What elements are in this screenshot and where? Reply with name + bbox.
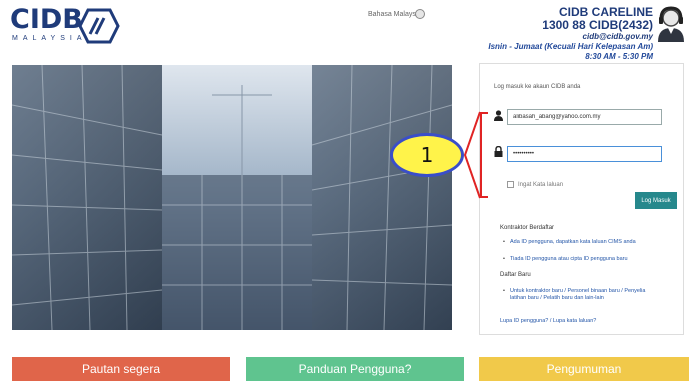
site-header: CIDB MALAYSIA Bahasa Malaysia CIDB CAREL… (0, 0, 689, 62)
user-icon (494, 110, 503, 121)
annotation-connector (463, 111, 481, 199)
annotation-callout: 1 (390, 133, 464, 177)
login-title: Log masuk ke akaun CIDB anda (494, 84, 581, 90)
new-register-heading: Daftar Baru (500, 272, 531, 278)
pautan-segera-button[interactable]: Pautan segera (12, 357, 230, 381)
careline-phone: 1300 88 CIDB(2432) (542, 18, 653, 32)
new-register-link[interactable]: Untuk kontraktor baru / Personel binaan … (503, 288, 650, 302)
lock-icon (494, 146, 503, 157)
remember-checkbox[interactable] (507, 181, 514, 188)
remember-password[interactable]: Ingat Kata laluan (507, 181, 563, 188)
careline-days: Isnin - Jumaat (Kecuali Hari Kelepasan A… (488, 42, 653, 51)
registered-link-1[interactable]: Ada ID pengguna, dapatkan kata laluan CI… (503, 239, 675, 246)
username-field[interactable] (507, 109, 662, 125)
headset-agent-icon (658, 6, 684, 42)
login-panel: Log masuk ke akaun CIDB anda Ingat Kata … (479, 63, 684, 335)
careline-hours: 8:30 AM - 5:30 PM (585, 52, 653, 61)
password-field[interactable] (507, 146, 662, 162)
globe-icon[interactable] (415, 9, 425, 19)
login-button[interactable]: Log Masuk (635, 192, 677, 209)
language-link[interactable]: Bahasa Malaysia (368, 11, 421, 18)
careline-email[interactable]: cidb@cidb.gov.my (488, 32, 653, 42)
pengumuman-button[interactable]: Pengumuman (479, 357, 689, 381)
remember-label: Ingat Kata laluan (518, 181, 564, 188)
registered-heading: Kontraktor Berdaftar (500, 225, 555, 231)
logo-mark-icon (78, 8, 120, 44)
hero-building-image (12, 65, 452, 330)
panduan-pengguna-button[interactable]: Panduan Pengguna? (246, 357, 464, 381)
forgot-credentials-link[interactable]: Lupa ID pengguna? / Lupa kata laluan? (500, 318, 596, 324)
glass-building-illustration (12, 65, 452, 330)
registered-link-2[interactable]: Tiada ID pengguna atau cipta ID pengguna… (503, 256, 675, 263)
careline-info: CIDB CARELINE 1300 88 CIDB(2432) cidb@ci… (488, 6, 653, 62)
